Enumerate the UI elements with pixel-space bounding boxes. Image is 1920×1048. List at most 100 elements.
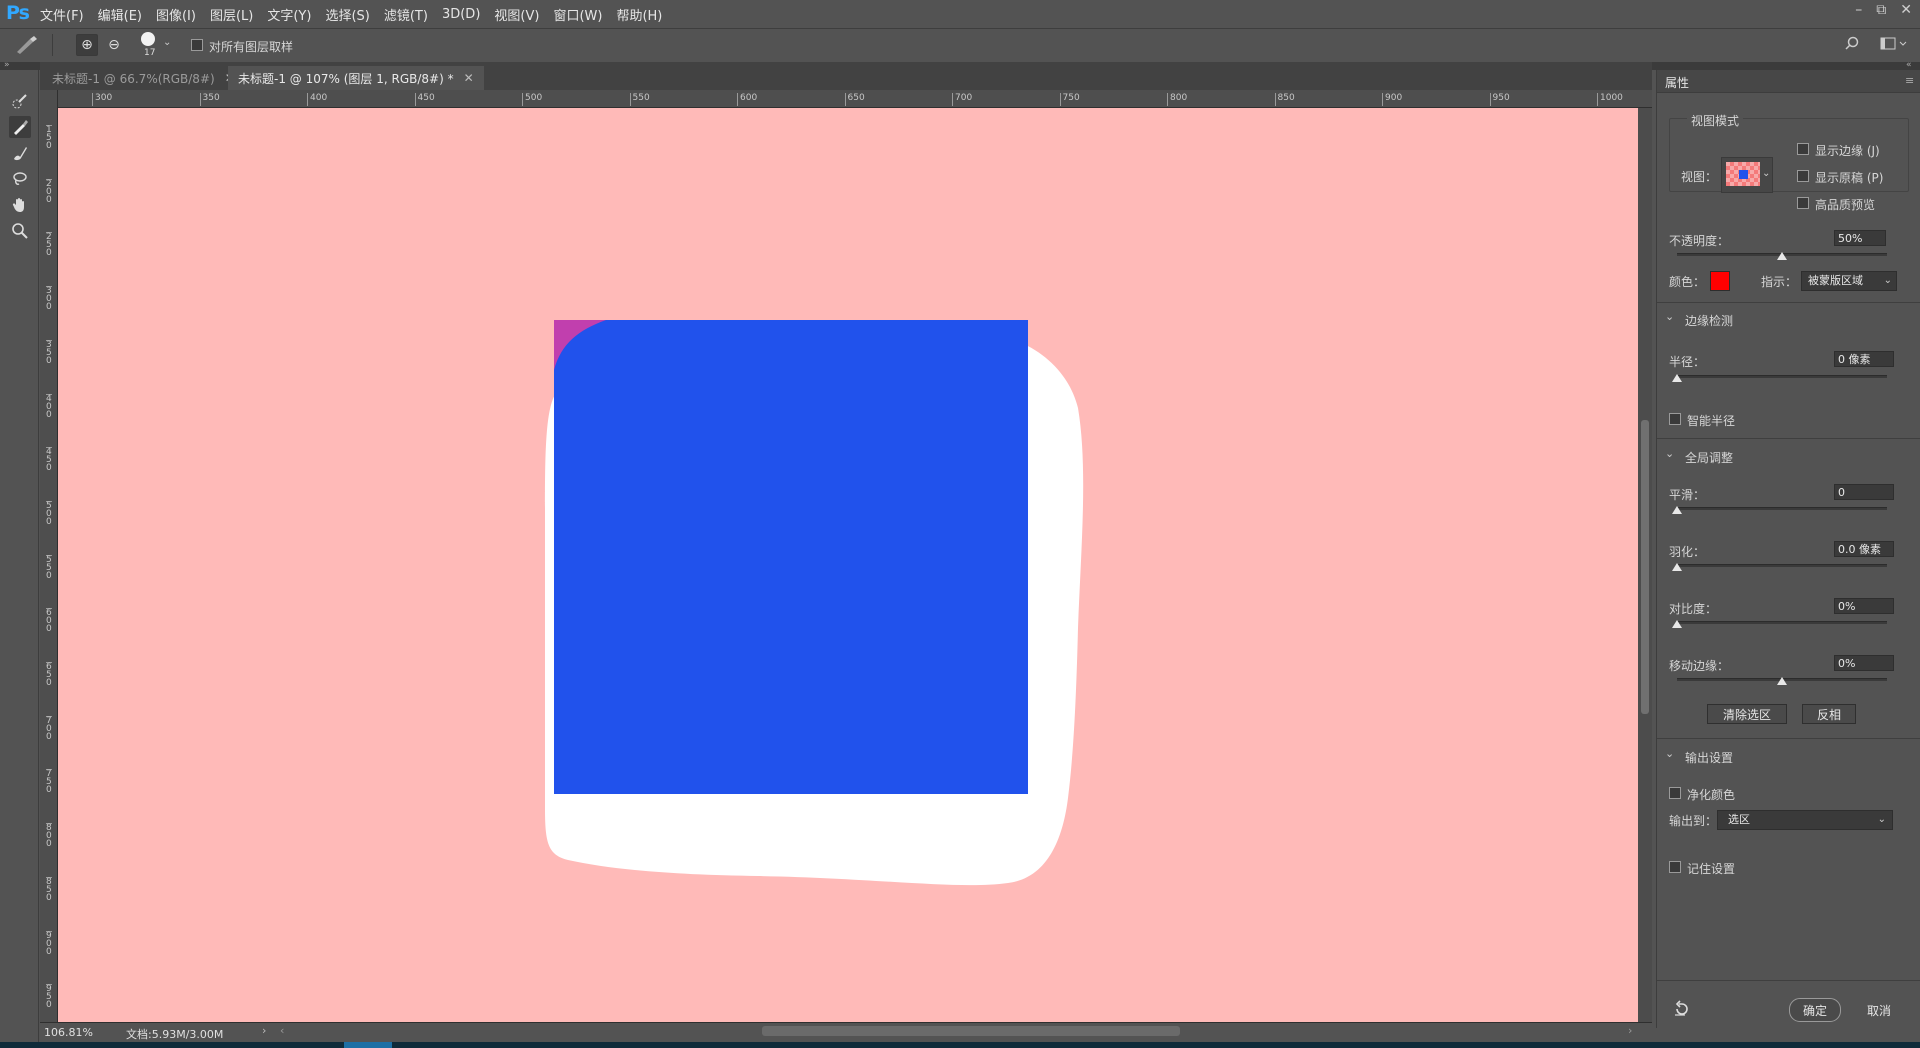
- workspace-switcher-icon[interactable]: [1880, 37, 1908, 54]
- lasso-tool-icon[interactable]: [9, 168, 31, 190]
- radius-slider-thumb[interactable]: [1672, 374, 1682, 382]
- global-adjust-heading[interactable]: 全局调整: [1685, 449, 1733, 466]
- collapse-chevron-icon[interactable]: ⌄: [1665, 747, 1674, 760]
- contrast-field[interactable]: 0%: [1834, 598, 1894, 614]
- ok-button[interactable]: 确定: [1789, 998, 1841, 1022]
- collapse-chevron-icon[interactable]: ⌄: [1665, 447, 1674, 460]
- menu-help[interactable]: 帮助(H): [616, 5, 662, 24]
- tab-document-1[interactable]: 未标题-1 @ 66.7%(RGB/8#)✕: [42, 66, 245, 90]
- ruler-tick: 800: [46, 823, 52, 850]
- brush-preview-icon[interactable]: [141, 32, 155, 46]
- close-tab-icon[interactable]: ✕: [464, 71, 474, 85]
- sample-all-layers-label: 对所有图层取样: [209, 40, 294, 54]
- divider: [1657, 980, 1920, 981]
- smooth-field[interactable]: 0: [1834, 484, 1894, 500]
- feather-field[interactable]: 0.0 像素: [1834, 541, 1894, 557]
- view-mode-selector[interactable]: ⌄: [1721, 157, 1773, 193]
- menu-select[interactable]: 选择(S): [325, 5, 369, 24]
- menu-layer[interactable]: 图层(L): [210, 5, 253, 24]
- opacity-field[interactable]: 50%: [1834, 230, 1886, 246]
- color-swatch[interactable]: [1710, 271, 1730, 291]
- quick-selection-tool-icon[interactable]: [9, 90, 31, 112]
- vertical-scroll-thumb[interactable]: [1641, 420, 1649, 714]
- menu-edit[interactable]: 编辑(E): [98, 5, 142, 24]
- menu-window[interactable]: 窗口(W): [553, 5, 602, 24]
- opacity-slider-thumb[interactable]: [1777, 252, 1787, 260]
- ruler-tick: 500: [522, 93, 542, 106]
- menu-image[interactable]: 图像(I): [156, 5, 196, 24]
- show-original-checkbox[interactable]: [1797, 170, 1809, 185]
- panel-title[interactable]: 属性: [1665, 74, 1689, 91]
- close-button[interactable]: ✕: [1900, 2, 1912, 18]
- hand-tool-icon[interactable]: [9, 194, 31, 216]
- collapse-chevron-icon[interactable]: ⌄: [1665, 310, 1674, 323]
- ruler-tick: 300: [92, 93, 112, 106]
- zoom-tool-icon[interactable]: [9, 220, 31, 242]
- brush-picker-chevron-icon[interactable]: ⌄: [163, 37, 171, 48]
- output-settings-heading[interactable]: 输出设置: [1685, 749, 1733, 766]
- smooth-slider[interactable]: [1677, 507, 1887, 510]
- indicate-dropdown[interactable]: 被蒙版区域 ⌄: [1801, 271, 1897, 291]
- clear-selection-button[interactable]: 清除选区: [1707, 704, 1787, 724]
- refine-brush-tool-icon[interactable]: [14, 35, 40, 58]
- search-icon[interactable]: [1844, 36, 1860, 55]
- scroll-left-icon[interactable]: ‹: [280, 1024, 284, 1037]
- menu-filter[interactable]: 滤镜(T): [384, 5, 428, 24]
- ruler-tick: 450: [414, 93, 435, 106]
- radius-slider[interactable]: [1677, 375, 1887, 378]
- subtract-from-selection-icon[interactable]: ⊖: [103, 34, 125, 56]
- ruler-tick: 350: [199, 93, 220, 106]
- scroll-right-icon[interactable]: ›: [1628, 1024, 1632, 1037]
- horizontal-scroll-thumb[interactable]: [762, 1026, 1180, 1036]
- taskbar-active-item[interactable]: [344, 1042, 392, 1048]
- ruler-tick: 550: [629, 93, 650, 106]
- output-to-dropdown[interactable]: 选区 ⌄: [1717, 810, 1893, 830]
- smart-radius-checkbox[interactable]: [1669, 413, 1681, 428]
- ruler-origin[interactable]: [40, 90, 58, 108]
- cancel-button[interactable]: 取消: [1853, 998, 1905, 1022]
- menu-type[interactable]: 文字(Y): [267, 5, 311, 24]
- canvas[interactable]: [58, 108, 1638, 1022]
- invert-button[interactable]: 反相: [1802, 704, 1856, 724]
- ruler-tick: 900: [1382, 93, 1402, 106]
- feather-slider-thumb[interactable]: [1672, 563, 1682, 571]
- contrast-slider-thumb[interactable]: [1672, 620, 1682, 628]
- expand-left-icon[interactable]: »: [4, 60, 10, 70]
- shift-edge-label: 移动边缘：: [1669, 659, 1730, 673]
- ruler-tick: 800: [1167, 93, 1187, 106]
- radius-field[interactable]: 0 像素: [1834, 351, 1894, 367]
- hq-preview-checkbox[interactable]: [1797, 197, 1809, 212]
- remember-settings-checkbox[interactable]: [1669, 861, 1681, 876]
- feather-slider[interactable]: [1677, 564, 1887, 567]
- refine-edge-brush-tool-icon[interactable]: [9, 116, 31, 138]
- smooth-slider-thumb[interactable]: [1672, 506, 1682, 514]
- menu-3d[interactable]: 3D(D): [442, 7, 480, 22]
- divider: [1657, 438, 1920, 439]
- ruler-tick: 850: [46, 876, 52, 903]
- panel-menu-icon[interactable]: ≡: [1905, 74, 1914, 87]
- shift-edge-field[interactable]: 0%: [1834, 655, 1894, 671]
- contrast-slider[interactable]: [1677, 621, 1887, 624]
- restore-button[interactable]: ⧉: [1876, 2, 1886, 18]
- add-to-selection-icon[interactable]: ⊕: [76, 34, 98, 56]
- collapse-right-icon[interactable]: «: [1906, 60, 1912, 70]
- reset-icon[interactable]: [1673, 1000, 1691, 1021]
- show-edge-checkbox[interactable]: [1797, 143, 1809, 158]
- edge-detection-heading[interactable]: 边缘检测: [1685, 312, 1733, 329]
- sample-all-layers-checkbox[interactable]: [191, 39, 203, 54]
- radius-label: 半径：: [1669, 355, 1706, 369]
- brush-tool-icon[interactable]: [9, 142, 31, 164]
- menu-file[interactable]: 文件(F): [40, 5, 84, 24]
- zoom-level[interactable]: 106.81%: [44, 1026, 93, 1039]
- options-bar: ⊕ ⊖ 17 ⌄ 对所有图层取样: [0, 28, 1920, 63]
- ruler-tick: 450: [46, 447, 52, 474]
- window-controls: – ⧉ ✕: [1855, 2, 1912, 18]
- show-original-label: 显示原稿 (P): [1815, 171, 1884, 185]
- minimize-button[interactable]: –: [1855, 2, 1862, 18]
- status-menu-chevron-icon[interactable]: ›: [262, 1024, 266, 1037]
- shift-edge-slider-thumb[interactable]: [1777, 677, 1787, 685]
- ruler-tick: 550: [46, 554, 52, 581]
- decontaminate-checkbox[interactable]: [1669, 787, 1681, 802]
- tab-document-2[interactable]: 未标题-1 @ 107% (图层 1, RGB/8#) * ✕: [228, 66, 484, 90]
- menu-view[interactable]: 视图(V): [494, 5, 539, 24]
